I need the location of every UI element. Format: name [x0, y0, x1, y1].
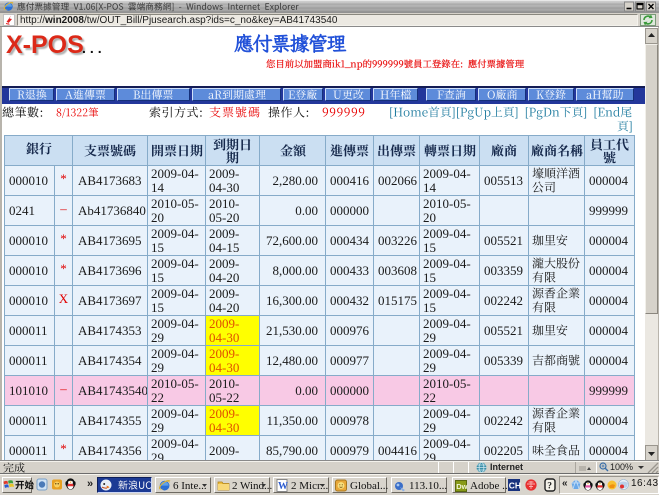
svg-text:CH: CH: [509, 481, 521, 491]
svg-text:Dw: Dw: [456, 482, 467, 491]
svg-text:W: W: [278, 481, 288, 492]
svg-text:?: ?: [547, 482, 552, 492]
